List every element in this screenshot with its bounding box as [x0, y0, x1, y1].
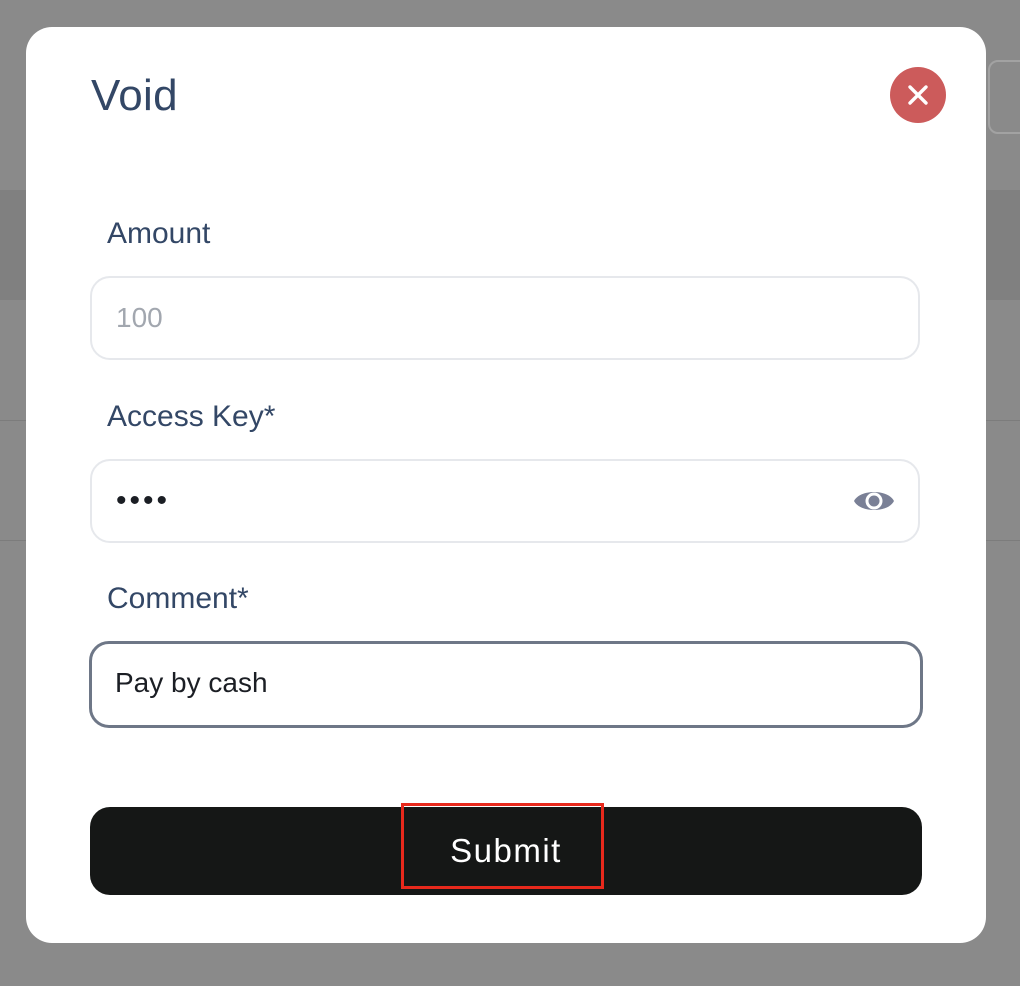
- close-icon: [908, 85, 928, 105]
- amount-field-wrapper: [90, 276, 920, 360]
- access-key-input[interactable]: [116, 461, 836, 541]
- amount-label: Amount: [107, 217, 211, 250]
- submit-label: Submit: [450, 832, 562, 869]
- dialog-title: Void: [91, 71, 178, 120]
- comment-input[interactable]: [115, 644, 835, 722]
- eye-icon: [854, 492, 894, 510]
- amount-input[interactable]: [116, 278, 836, 358]
- access-key-label: Access Key*: [107, 400, 276, 433]
- show-password-toggle[interactable]: [852, 481, 896, 521]
- void-dialog: Void Amount Access Key* Comment* Submit: [26, 27, 986, 943]
- access-key-field-wrapper: [90, 459, 920, 543]
- close-button[interactable]: [890, 67, 946, 123]
- comment-field-wrapper: [89, 641, 923, 728]
- comment-label: Comment*: [107, 582, 249, 615]
- submit-button[interactable]: Submit: [90, 807, 922, 895]
- background-button: [988, 60, 1020, 134]
